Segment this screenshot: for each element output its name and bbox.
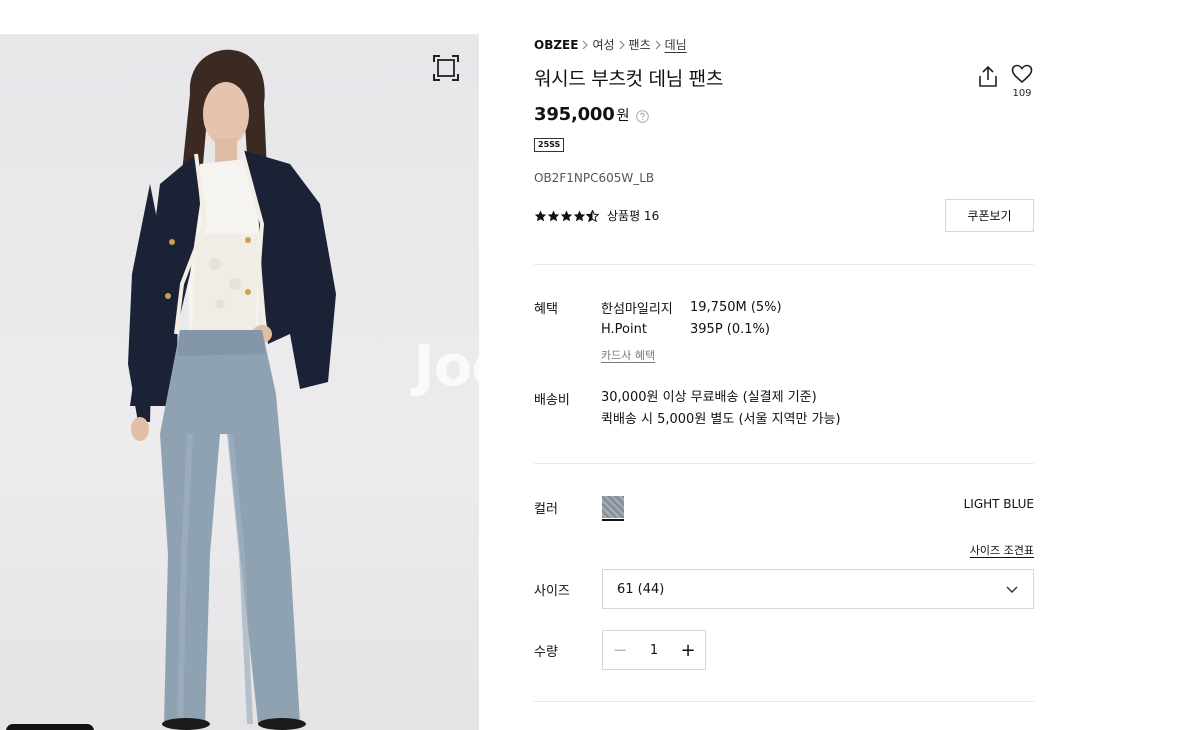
star-icon [573,210,586,221]
product-sku: OB2F1NPC605W_LB [534,171,655,185]
divider [534,463,1034,464]
quantity-label: 수량 [534,645,558,660]
rating-stars [534,209,599,222]
shipping-line: 퀵배송 시 5,000원 별도 (서울 지역만 가능) [601,412,841,427]
card-benefit-link[interactable]: 카드사 혜택 [601,347,655,363]
breadcrumb-item[interactable]: 여성 [592,36,614,53]
product-price: 395,000 [534,104,615,125]
chevron-right-icon [578,38,592,52]
benefit-row: 한섬마일리지 19,750M (5%) [601,296,782,318]
review-count[interactable]: 상품평 16 [607,207,659,224]
color-swatch-light-blue[interactable] [602,496,624,518]
benefit-row: H.Point 395P (0.1%) [601,318,782,340]
breadcrumb-item-current[interactable]: 데님 [665,36,687,53]
quantity-decrease-button[interactable]: − [603,631,637,669]
star-icon [560,210,573,221]
star-icon [547,210,560,221]
star-half-icon [586,209,599,222]
quantity-value[interactable]: 1 [637,643,671,658]
size-label: 사이즈 [534,584,570,599]
benefit-list: 한섬마일리지 19,750M (5%) H.Point 395P (0.1%) [601,296,782,340]
size-guide-link[interactable]: 사이즈 조견표 [970,542,1034,558]
expand-frame-icon[interactable] [430,52,462,84]
image-watermark: Joo [414,334,479,399]
product-title: 워시드 부츠컷 데님 팬츠 [534,68,724,90]
color-label: 컬러 [534,502,558,517]
benefit-name: H.Point [601,321,647,337]
image-pagination-pill[interactable] [6,724,94,730]
divider [534,264,1034,265]
product-photo[interactable] [0,34,479,730]
breadcrumb-brand[interactable]: OBZEE [534,38,578,52]
selected-color-name: LIGHT BLUE [963,497,1034,511]
like-count: 109 [1012,88,1032,99]
currency-unit: 원 [616,107,630,124]
coupon-button[interactable]: 쿠폰보기 [945,199,1034,232]
shipping-label: 배송비 [534,393,570,408]
size-select[interactable]: 61 (44) [602,569,1034,609]
benefit-name: 한섬마일리지 [601,301,673,317]
price-row: 395,000 원 [534,104,650,125]
shipping-line: 30,000원 이상 무료배송 (실결제 기준) [601,390,817,405]
benefit-label: 혜택 [534,302,558,317]
heart-icon [1011,64,1033,84]
season-badge: 25SS [534,138,565,152]
benefit-value: 19,750M (5%) [690,299,782,315]
benefit-value: 395P (0.1%) [690,321,770,337]
swatch-selected-indicator [602,519,624,521]
product-image-gallery[interactable]: Joo [0,34,479,730]
question-circle-icon[interactable] [636,108,650,123]
breadcrumb: OBZEE 여성 팬츠 데님 [534,36,687,53]
size-selected-value: 61 (44) [617,581,665,597]
quantity-stepper: − 1 + [602,630,706,670]
rating-summary[interactable]: 상품평 16 [534,207,659,224]
shipping-info: 30,000원 이상 무료배송 (실결제 기준) 퀵배송 시 5,000원 별도… [601,387,841,431]
quantity-increase-button[interactable]: + [671,631,705,669]
chevron-right-icon [615,38,629,52]
star-icon [534,210,547,221]
like-button[interactable]: 109 [1010,64,1034,102]
chevron-down-icon [1006,586,1018,593]
chevron-right-icon [651,38,665,52]
share-icon[interactable] [976,64,1000,90]
breadcrumb-item[interactable]: 팬츠 [629,36,651,53]
divider [534,701,1034,702]
